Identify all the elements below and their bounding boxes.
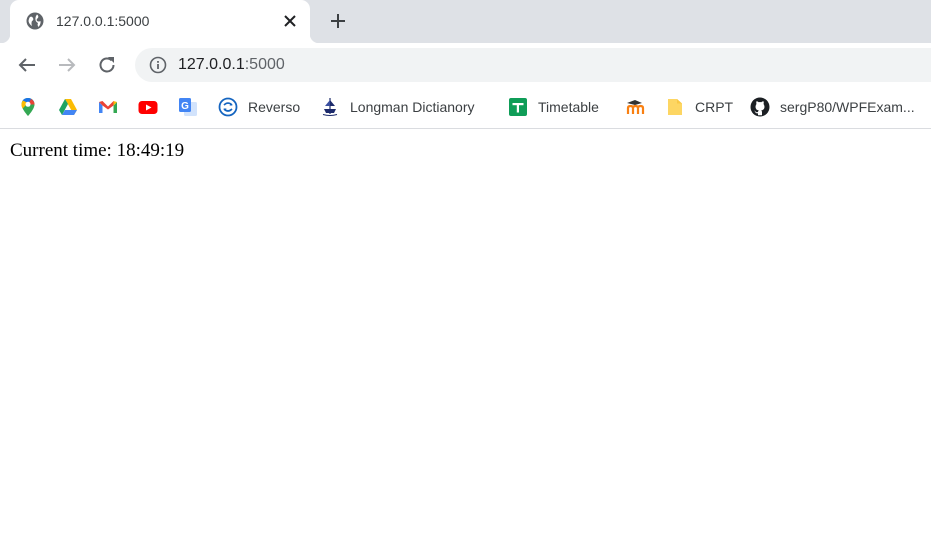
url-host: 127.0.0.1 [178, 56, 245, 73]
bookmarks-bar: G Reverso Longman Dictianory Timetable C… [0, 87, 931, 129]
bookmark-label: Reverso [248, 99, 301, 115]
google-sheets-icon [509, 98, 527, 116]
tab-strip: 127.0.0.1:5000 [0, 0, 931, 43]
gmail-icon [99, 101, 117, 113]
url-text[interactable]: 127.0.0.1:5000 [178, 56, 285, 74]
bookmark-label: Timetable [538, 99, 599, 115]
youtube-icon [138, 101, 158, 114]
current-time-value: 18:49:19 [116, 140, 185, 161]
back-arrow-icon[interactable] [15, 53, 39, 77]
bookmark-crpt[interactable]: CRPT [665, 96, 733, 118]
new-tab-plus-icon[interactable] [326, 9, 350, 33]
forward-arrow-icon[interactable] [55, 53, 79, 77]
bookmark-github[interactable]: sergP80/WPFExam... [750, 96, 915, 118]
close-icon[interactable] [281, 12, 299, 30]
browser-toolbar: 127.0.0.1:5000 [0, 43, 931, 87]
bookmark-google-maps[interactable] [18, 96, 38, 118]
bookmark-reverso[interactable]: Reverso [218, 96, 300, 118]
svg-text:G: G [181, 101, 189, 112]
address-bar[interactable]: 127.0.0.1:5000 [135, 48, 931, 82]
reload-icon[interactable] [95, 53, 119, 77]
bookmark-label: sergP80/WPFExam... [780, 99, 915, 115]
globe-icon [26, 12, 44, 30]
github-icon [750, 97, 770, 117]
moodle-icon [626, 100, 645, 114]
bookmark-longman[interactable]: Longman Dictianory [320, 96, 475, 118]
bookmark-label: Longman Dictianory [350, 99, 475, 115]
tab-title: 127.0.0.1:5000 [56, 13, 150, 29]
info-icon[interactable] [149, 56, 167, 74]
google-maps-icon [21, 98, 35, 116]
google-translate-icon: G [179, 98, 197, 116]
bookmark-moodle[interactable] [625, 96, 645, 118]
current-time-text: Current time: 18:49:19 [10, 140, 184, 162]
bookmark-google-drive[interactable] [58, 96, 78, 118]
bookmark-label: CRPT [695, 99, 734, 115]
folder-icon [668, 99, 682, 115]
tab-active[interactable]: 127.0.0.1:5000 [1, 0, 319, 43]
longman-icon [322, 98, 338, 116]
bookmark-timetable[interactable]: Timetable [508, 96, 599, 118]
bookmark-gmail[interactable] [98, 96, 118, 118]
reverso-icon [218, 97, 238, 117]
google-drive-icon [59, 99, 77, 115]
bookmark-youtube[interactable] [138, 96, 158, 118]
bookmark-google-translate[interactable]: G [178, 96, 198, 118]
url-port: :5000 [244, 56, 285, 73]
current-time-label: Current time: [10, 140, 117, 161]
